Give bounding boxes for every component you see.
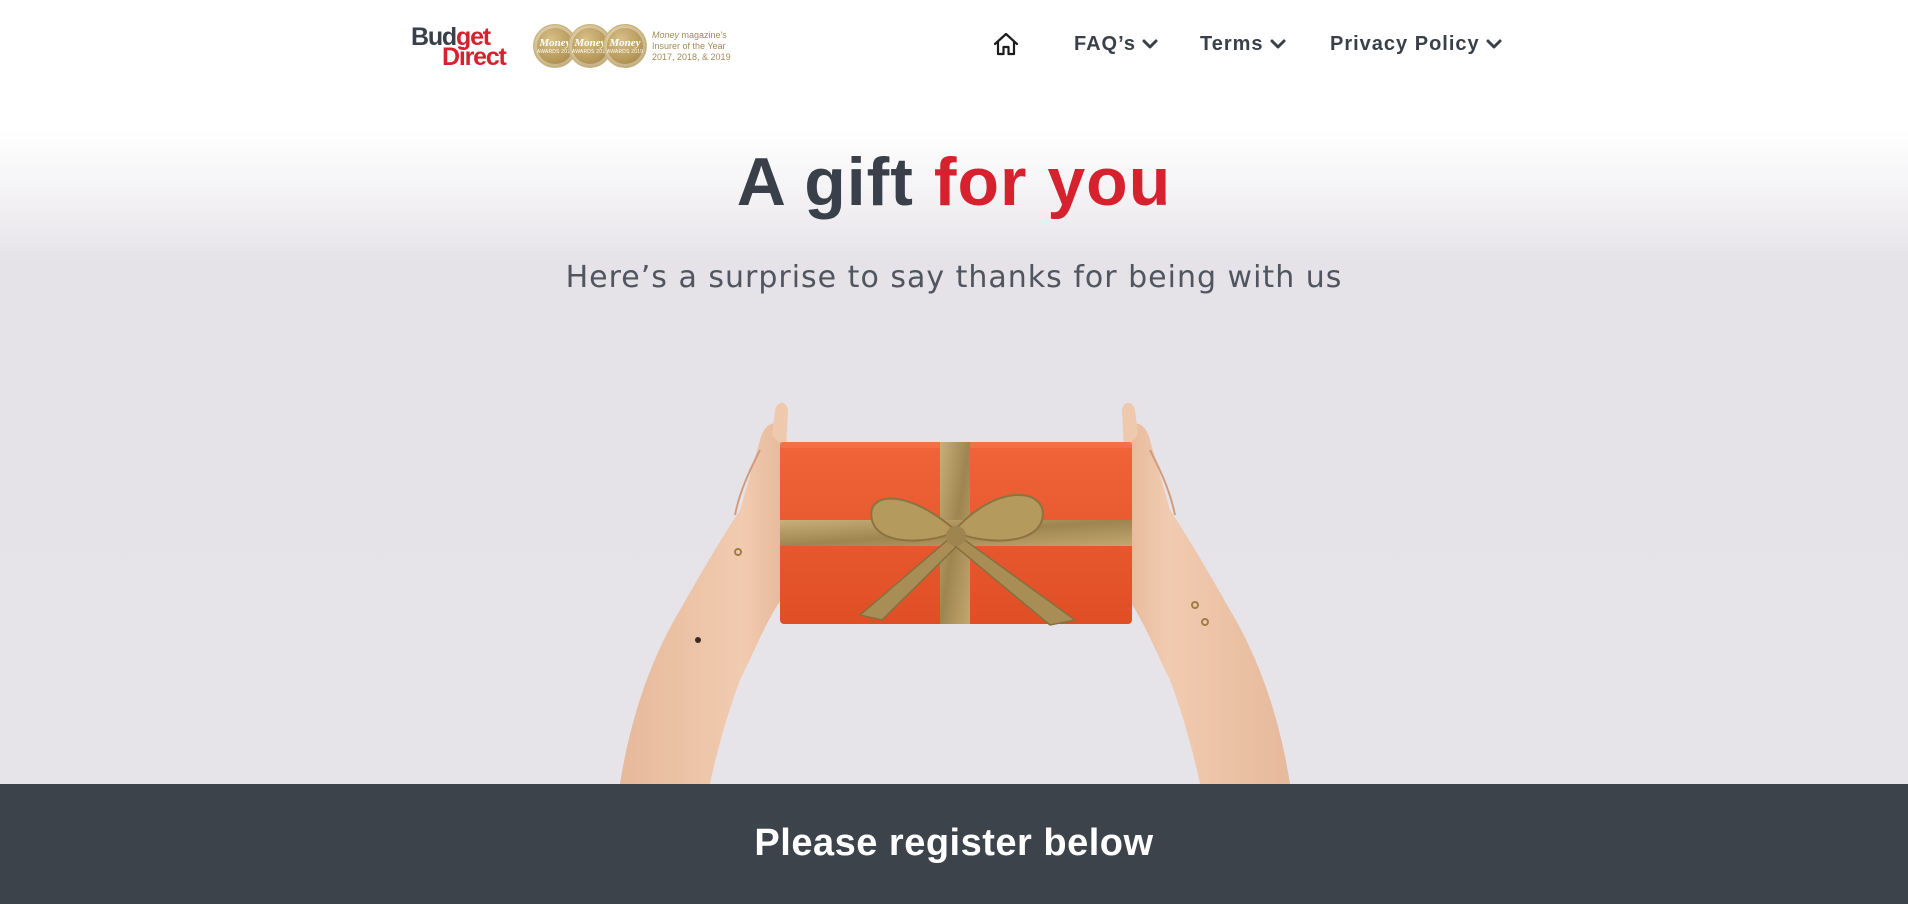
nav-privacy-policy-label: Privacy Policy bbox=[1330, 32, 1480, 55]
hero-subtitle: Here’s a surprise to say thanks for bein… bbox=[565, 260, 1343, 295]
brand-wordmark: Budget Direct bbox=[410, 24, 525, 70]
gift-hands-image bbox=[620, 402, 1290, 784]
home-icon bbox=[993, 32, 1019, 56]
award-caption-line3: 2017, 2018, & 2019 bbox=[652, 52, 731, 62]
logo[interactable]: Budget Direct Money AWARDS 2017 Money AW… bbox=[410, 24, 735, 70]
site-header: Budget Direct Money AWARDS 2017 Money AW… bbox=[0, 0, 1908, 90]
nav-privacy-policy[interactable]: Privacy Policy bbox=[1330, 31, 1502, 57]
nav-faqs[interactable]: FAQ’s bbox=[1074, 31, 1158, 57]
award-caption-line1: magazine's bbox=[679, 30, 727, 40]
nav-terms[interactable]: Terms bbox=[1200, 31, 1286, 57]
hero-title-plain: A gift bbox=[736, 144, 934, 220]
award-medals: Money AWARDS 2017 Money AWARDS 2018 Mone… bbox=[533, 24, 647, 68]
award-caption: Money magazine's Insurer of the Year 201… bbox=[652, 30, 731, 63]
chevron-down-icon bbox=[1486, 38, 1502, 50]
medal-name: Money bbox=[539, 37, 571, 49]
hero-title-accent: for you bbox=[933, 144, 1172, 220]
award-caption-magazine: Money bbox=[652, 30, 680, 40]
hero-title: A gift for you bbox=[0, 142, 1908, 222]
chevron-down-icon bbox=[1142, 38, 1158, 50]
hero-banner: A gift for you Here’s a surprise to say … bbox=[0, 90, 1908, 784]
award-medal: Money AWARDS 2019 bbox=[603, 24, 647, 68]
nav-faqs-label: FAQ’s bbox=[1074, 32, 1137, 55]
nav-home-link[interactable] bbox=[990, 28, 1022, 60]
medal-name: Money bbox=[574, 37, 606, 49]
brand-part-direct: Direct bbox=[442, 43, 507, 71]
medal-sub: AWARDS 2019 bbox=[606, 49, 644, 55]
nav-terms-label: Terms bbox=[1200, 32, 1264, 55]
register-section: Please register below bbox=[0, 784, 1908, 904]
medal-name: Money bbox=[609, 37, 641, 49]
chevron-down-icon bbox=[1270, 38, 1286, 50]
award-caption-line2: Insurer of the Year bbox=[652, 41, 726, 51]
register-heading: Please register below bbox=[754, 822, 1154, 864]
